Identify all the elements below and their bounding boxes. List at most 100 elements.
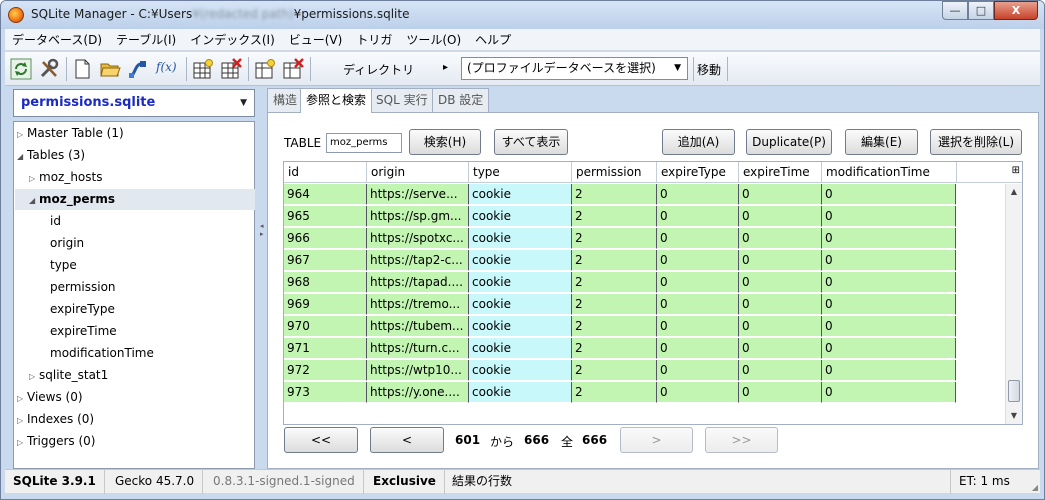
tab-db-settings[interactable]: DB 設定 (432, 88, 490, 112)
menu-view[interactable]: ビュー(V) (282, 31, 350, 48)
cell-origin[interactable]: https://y.one.... (367, 382, 469, 403)
close-button[interactable]: X (994, 1, 1038, 20)
collapse-arrow-icon[interactable]: ◢ (17, 146, 27, 167)
cell-type[interactable]: cookie (469, 382, 572, 403)
column-header-permission[interactable]: permission (572, 162, 657, 183)
edit-button[interactable]: 編集(E) (845, 129, 918, 155)
last-page-button[interactable]: >> (705, 427, 778, 453)
cell-permission[interactable]: 2 (572, 360, 657, 381)
table-row[interactable]: 968 https://tapad.... cookie 2 0 0 0 (284, 272, 956, 293)
column-header-type[interactable]: type (469, 162, 572, 183)
table-row[interactable]: 964 https://serve... cookie 2 0 0 0 (284, 184, 956, 205)
connect-icon[interactable] (127, 58, 149, 80)
cell-origin[interactable]: https://serve... (367, 184, 469, 205)
create-index-icon[interactable] (254, 58, 276, 80)
cell-type[interactable]: cookie (469, 316, 572, 337)
cell-id[interactable]: 973 (284, 382, 367, 403)
collapse-arrow-icon[interactable]: ◢ (29, 190, 39, 211)
expand-arrow-icon[interactable]: ▷ (17, 432, 27, 453)
cell-expiretype[interactable]: 0 (657, 382, 739, 403)
cell-expiretime[interactable]: 0 (739, 316, 822, 337)
cell-origin[interactable]: https://tapad.... (367, 272, 469, 293)
open-folder-icon[interactable] (99, 58, 121, 80)
cell-modificationtime[interactable]: 0 (822, 382, 956, 403)
table-row[interactable]: 971 https://turn.c... cookie 2 0 0 0 (284, 338, 956, 359)
tree-indexes[interactable]: ▷ Indexes (0) (17, 409, 94, 430)
table-row[interactable]: 965 https://sp.gm... cookie 2 0 0 0 (284, 206, 956, 227)
cell-expiretype[interactable]: 0 (657, 206, 739, 227)
minimize-button[interactable]: — (942, 1, 968, 20)
table-row[interactable]: 966 https://spotxc... cookie 2 0 0 0 (284, 228, 956, 249)
title-bar[interactable]: SQLite Manager - C:¥Users¥(redacted path… (1, 1, 1044, 29)
cell-modificationtime[interactable]: 0 (822, 206, 956, 227)
cell-id[interactable]: 967 (284, 250, 367, 271)
tab-execute-sql[interactable]: SQL 実行 (370, 88, 434, 112)
cell-permission[interactable]: 2 (572, 206, 657, 227)
cell-origin[interactable]: https://tubem... (367, 316, 469, 337)
cell-modificationtime[interactable]: 0 (822, 316, 956, 337)
maximize-button[interactable]: □ (968, 1, 994, 20)
panel-splitter[interactable]: ◂ ▸ (258, 89, 266, 469)
delete-selected-button[interactable]: 選択を削除(L) (930, 129, 1022, 155)
tab-structure[interactable]: 構造 (267, 88, 304, 112)
cell-expiretype[interactable]: 0 (657, 250, 739, 271)
expand-arrow-icon[interactable]: ▷ (29, 168, 39, 189)
cell-expiretime[interactable]: 0 (739, 338, 822, 359)
drop-table-icon[interactable] (220, 58, 242, 80)
cell-modificationtime[interactable]: 0 (822, 250, 956, 271)
column-header-modificationtime[interactable]: modificationTime (822, 162, 957, 183)
cell-type[interactable]: cookie (469, 228, 572, 249)
cell-expiretime[interactable]: 0 (739, 360, 822, 381)
tree-table-moz-perms[interactable]: ◢ moz_perms (15, 189, 255, 210)
cell-id[interactable]: 969 (284, 294, 367, 315)
table-name-field[interactable]: moz_perms (326, 133, 402, 153)
tree-column[interactable]: origin (50, 233, 84, 254)
drop-index-icon[interactable] (282, 58, 304, 80)
profile-db-dropdown[interactable]: (プロファイルデータベースを選択) ▼ (461, 57, 688, 80)
cell-id[interactable]: 968 (284, 272, 367, 293)
cell-type[interactable]: cookie (469, 250, 572, 271)
menu-database[interactable]: データベース(D) (5, 31, 109, 48)
reload-icon[interactable] (10, 58, 32, 80)
tree-column[interactable]: type (50, 255, 77, 276)
cell-modificationtime[interactable]: 0 (822, 184, 956, 205)
add-button[interactable]: 追加(A) (662, 129, 735, 155)
first-page-button[interactable]: << (284, 427, 358, 453)
prev-page-button[interactable]: < (370, 427, 444, 453)
cell-expiretime[interactable]: 0 (739, 206, 822, 227)
column-picker-icon[interactable]: ⊞ (1012, 165, 1020, 176)
cell-id[interactable]: 971 (284, 338, 367, 359)
table-row[interactable]: 973 https://y.one.... cookie 2 0 0 0 (284, 382, 956, 403)
cell-expiretype[interactable]: 0 (657, 338, 739, 359)
cell-modificationtime[interactable]: 0 (822, 228, 956, 249)
table-row[interactable]: 967 https://tap2-c... cookie 2 0 0 0 (284, 250, 956, 271)
cell-permission[interactable]: 2 (572, 316, 657, 337)
tree-column[interactable]: expireTime (50, 321, 117, 342)
expand-arrow-icon[interactable]: ▷ (17, 124, 27, 145)
cell-expiretime[interactable]: 0 (739, 250, 822, 271)
scroll-down-icon[interactable]: ▼ (1006, 408, 1022, 424)
cell-type[interactable]: cookie (469, 294, 572, 315)
cell-type[interactable]: cookie (469, 184, 572, 205)
cell-permission[interactable]: 2 (572, 184, 657, 205)
expand-arrow-icon[interactable]: ▷ (17, 388, 27, 409)
cell-origin[interactable]: https://spotxc... (367, 228, 469, 249)
column-header-expiretime[interactable]: expireTime (739, 162, 822, 183)
tree-column[interactable]: modificationTime (50, 343, 154, 364)
scroll-up-icon[interactable]: ▲ (1006, 184, 1022, 200)
table-row[interactable]: 970 https://tubem... cookie 2 0 0 0 (284, 316, 956, 337)
tree-column[interactable]: permission (50, 277, 116, 298)
tree-column[interactable]: expireType (50, 299, 115, 320)
menu-trigger[interactable]: トリガ (349, 31, 399, 48)
cell-id[interactable]: 970 (284, 316, 367, 337)
cell-permission[interactable]: 2 (572, 294, 657, 315)
column-header-origin[interactable]: origin (367, 162, 469, 183)
cell-expiretime[interactable]: 0 (739, 294, 822, 315)
next-page-button[interactable]: > (620, 427, 693, 453)
cell-type[interactable]: cookie (469, 206, 572, 227)
tree-master-table[interactable]: ▷ Master Table (1) (17, 123, 124, 144)
cell-expiretype[interactable]: 0 (657, 360, 739, 381)
cell-permission[interactable]: 2 (572, 338, 657, 359)
scroll-thumb[interactable] (1008, 380, 1020, 402)
show-all-button[interactable]: すべて表示 (494, 129, 568, 155)
